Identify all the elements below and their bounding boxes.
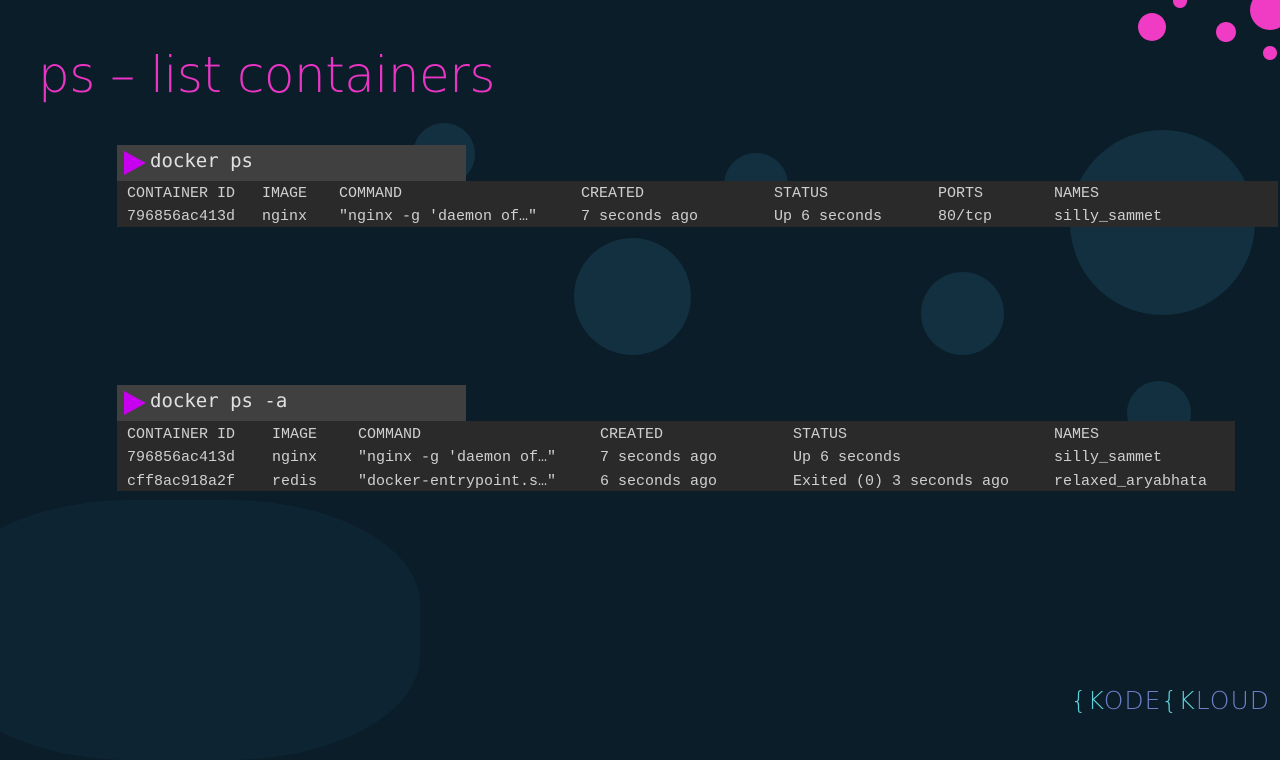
table-cell: 796856ac413d [127,449,236,466]
table-cell: "docker-entrypoint.s…" [358,473,557,490]
table-cell: Up 6 seconds [774,208,883,225]
table-cell: 7 seconds ago [600,449,718,466]
column-header: CONTAINER ID [127,185,236,202]
column-header: IMAGE [262,185,308,202]
kodekloud-logo: {KODE{KLOUD [1070,686,1270,715]
table-cell: redis [272,473,318,490]
table-cell: "nginx -g 'daemon of…" [358,449,557,466]
play-icon [124,391,146,415]
command-prompt-1: docker ps [117,145,466,181]
table-cell: silly_sammet [1054,449,1163,466]
column-header: COMMAND [339,185,403,202]
column-header: CREATED [581,185,645,202]
table-cell: 80/tcp [938,208,993,225]
command-prompt-2: docker ps -a [117,385,466,421]
column-header: PORTS [938,185,984,202]
slide-title: ps – list containers [38,46,495,104]
column-header: COMMAND [358,426,422,443]
column-header: NAMES [1054,426,1100,443]
play-icon [124,151,146,175]
table-cell: Exited (0) 3 seconds ago [793,473,1010,490]
table-cell: Up 6 seconds [793,449,902,466]
column-header: CREATED [600,426,664,443]
column-header: CONTAINER ID [127,426,236,443]
table-cell: "nginx -g 'daemon of…" [339,208,538,225]
table-cell: 6 seconds ago [600,473,718,490]
container-table-2: CONTAINER ID IMAGE COMMAND CREATED STATUS NAM… [117,421,1235,491]
container-table-1: CONTAINER ID IMAGE COMMAND CREATED STATUS POR… [117,181,1278,227]
column-header: STATUS [774,185,829,202]
command-text: docker ps -a [150,390,288,412]
table-cell: cff8ac918a2f [127,473,236,490]
column-header: IMAGE [272,426,318,443]
table-cell: nginx [262,208,308,225]
table-cell: nginx [272,449,318,466]
column-header: STATUS [793,426,848,443]
table-cell: 7 seconds ago [581,208,699,225]
command-text: docker ps [150,150,253,172]
table-cell: 796856ac413d [127,208,236,225]
column-header: NAMES [1054,185,1100,202]
table-cell: silly_sammet [1054,208,1163,225]
table-cell: relaxed_aryabhata [1054,473,1208,490]
